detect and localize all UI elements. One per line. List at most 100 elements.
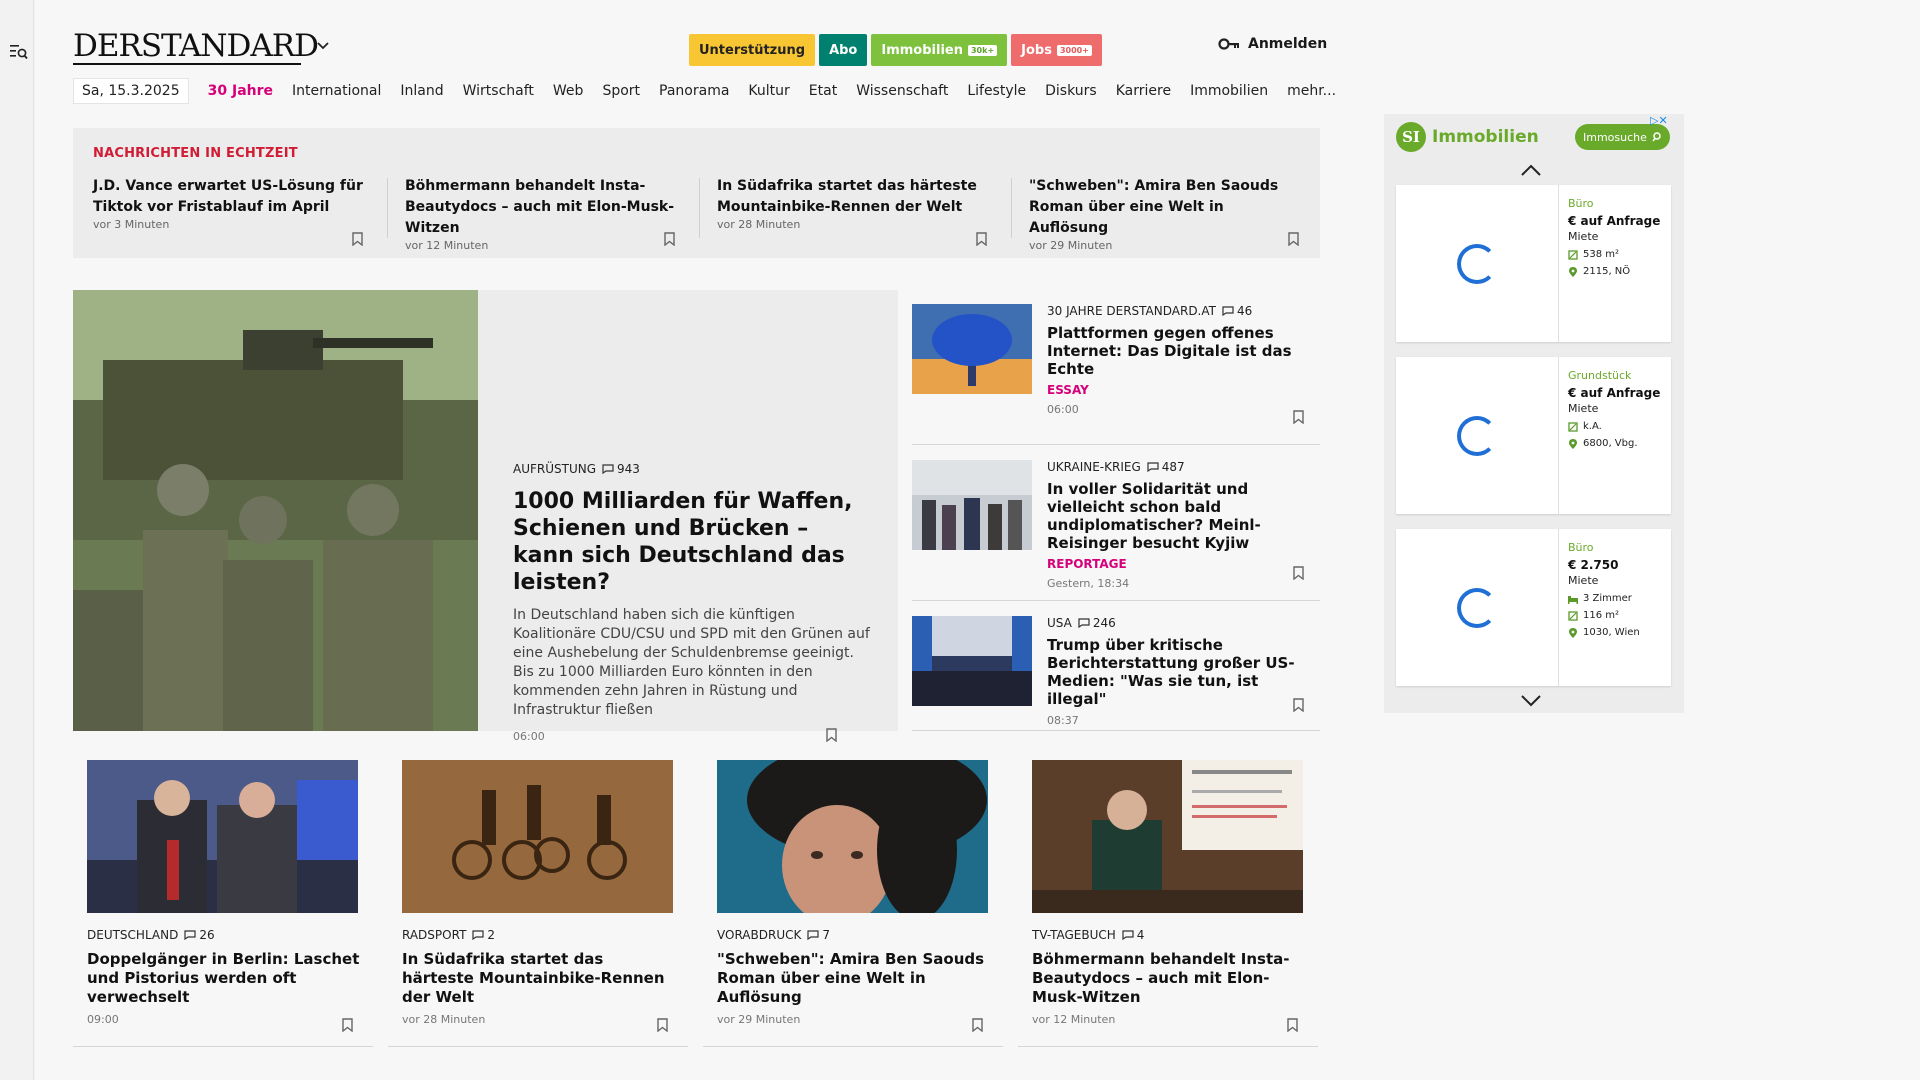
listing-image[interactable]: [1396, 185, 1559, 342]
abo-button[interactable]: Abo: [819, 34, 868, 66]
bookmark-icon[interactable]: [352, 232, 363, 246]
article-image[interactable]: [717, 760, 988, 913]
nav-item-web[interactable]: Web: [553, 83, 584, 99]
card-title[interactable]: In Südafrika startet das härteste Mounta…: [402, 950, 677, 1007]
support-button[interactable]: Unterstützung: [689, 34, 816, 66]
kicker: VORABDRUCK 7: [717, 928, 992, 942]
feature-article[interactable]: AUFRÜSTUNG 943 1000 Milliarden für Waffe…: [73, 290, 898, 743]
property-listing[interactable]: Büro € auf Anfrage Miete 538 m² 2115, NÖ: [1396, 185, 1671, 342]
article-card[interactable]: TV-TAGEBUCH 4 Böhmermann behandelt Insta…: [1018, 760, 1318, 1047]
bookmark-icon[interactable]: [826, 728, 837, 742]
immosuche-button[interactable]: Immosuche: [1575, 124, 1670, 150]
side-title[interactable]: In voller Solidarität und vielleicht sch…: [1047, 480, 1312, 552]
ticker-item[interactable]: Böhmermann behandelt Insta-Beautydocs – …: [405, 176, 675, 252]
nav-item-immobilien[interactable]: Immobilien: [1190, 83, 1268, 99]
comment-count[interactable]: 26: [184, 928, 215, 942]
ticker-item-time: vor 3 Minuten: [93, 218, 170, 231]
side-article[interactable]: USA 246 Trump über kritische Berichterst…: [912, 602, 1320, 731]
comment-count[interactable]: 4: [1122, 928, 1144, 942]
article-thumbnail[interactable]: [912, 616, 1032, 706]
comment-count[interactable]: 46: [1222, 304, 1252, 318]
nav-item-karriere[interactable]: Karriere: [1116, 83, 1171, 99]
card-title[interactable]: "Schweben": Amira Ben Saouds Roman über …: [717, 950, 992, 1007]
nav-item-international[interactable]: International: [292, 83, 381, 99]
nav-item-inland[interactable]: Inland: [400, 83, 443, 99]
chevron-up-icon[interactable]: [1520, 164, 1542, 176]
ticker-item[interactable]: In Südafrika startet das härteste Mounta…: [717, 176, 987, 246]
search-icon: [1652, 132, 1661, 142]
immobilien-button[interactable]: Immobilien 30k+: [871, 34, 1008, 66]
property-listing[interactable]: Grundstück € auf Anfrage Miete k.A. 6800…: [1396, 357, 1671, 514]
bookmark-icon[interactable]: [664, 232, 675, 246]
divider: [699, 178, 700, 238]
feature-text: AUFRÜSTUNG 943 1000 Milliarden für Waffe…: [513, 462, 873, 743]
listing-image[interactable]: [1396, 529, 1559, 686]
feature-image[interactable]: [73, 290, 478, 731]
ticker-item[interactable]: "Schweben": Amira Ben Saouds Roman über …: [1029, 176, 1299, 252]
nav-item-sport[interactable]: Sport: [602, 83, 640, 99]
left-rail: [0, 0, 34, 1080]
comment-count[interactable]: 7: [807, 928, 830, 942]
side-article[interactable]: 30 JAHRE DERSTANDARD.AT 46 Plattformen g…: [912, 290, 1320, 445]
bookmark-icon[interactable]: [1293, 566, 1304, 580]
feature-title[interactable]: 1000 Milliarden für Waffen, Schienen und…: [513, 488, 873, 596]
nav-item-wissenschaft[interactable]: Wissenschaft: [856, 83, 948, 99]
article-card[interactable]: VORABDRUCK 7 "Schweben": Amira Ben Saoud…: [703, 760, 1003, 1047]
jobs-button[interactable]: Jobs 3000+: [1011, 34, 1102, 66]
adchoices-icon[interactable]: ▷✕: [1650, 114, 1668, 127]
side-title[interactable]: Plattformen gegen offenes Internet: Das …: [1047, 324, 1312, 378]
listing-area-value: 538 m²: [1583, 249, 1620, 260]
ad-logo[interactable]: SI Immobilien: [1396, 122, 1539, 152]
bookmark-icon[interactable]: [1293, 698, 1304, 712]
comment-count[interactable]: 246: [1078, 616, 1116, 630]
immobilien-ad[interactable]: SI Immobilien Immosuche ▷✕ Büro € auf An…: [1384, 114, 1684, 713]
jobs-label: Jobs: [1021, 42, 1052, 58]
immosuche-label: Immosuche: [1583, 130, 1647, 144]
nav-item-kultur[interactable]: Kultur: [748, 83, 789, 99]
article-thumbnail[interactable]: [912, 460, 1032, 550]
side-article[interactable]: UKRAINE-KRIEG 487 In voller Solidarität …: [912, 446, 1320, 601]
kicker: USA 246: [1047, 616, 1312, 630]
bookmark-icon[interactable]: [1293, 410, 1304, 424]
side-title[interactable]: Trump über kritische Berichterstattung g…: [1047, 636, 1312, 708]
ticker-item[interactable]: J.D. Vance erwartet US-Lösung für Tiktok…: [93, 176, 363, 246]
article-card[interactable]: DEUTSCHLAND 26 Doppelgänger in Berlin: L…: [73, 760, 373, 1047]
bookmark-icon[interactable]: [976, 232, 987, 246]
bed-icon: [1568, 595, 1578, 604]
comment-count[interactable]: 487: [1147, 460, 1185, 474]
card-title[interactable]: Doppelgänger in Berlin: Laschet und Pist…: [87, 950, 362, 1007]
article-image[interactable]: [1032, 760, 1303, 913]
nav-item-mehr[interactable]: mehr...: [1287, 83, 1336, 99]
listing-area: 538 m²: [1568, 249, 1668, 260]
comment-icon: [602, 464, 614, 474]
article-image[interactable]: [402, 760, 673, 913]
chevron-down-icon[interactable]: [1520, 695, 1542, 707]
divider: [387, 178, 388, 238]
nav-item-diskurs[interactable]: Diskurs: [1045, 83, 1097, 99]
site-logo[interactable]: DERSTANDARD: [73, 28, 319, 64]
bookmark-icon[interactable]: [1288, 232, 1299, 246]
nav-item-lifestyle[interactable]: Lifestyle: [967, 83, 1026, 99]
article-card[interactable]: RADSPORT 2 In Südafrika startet das härt…: [388, 760, 688, 1047]
nav-item-panorama[interactable]: Panorama: [659, 83, 729, 99]
property-listing[interactable]: Büro € 2.750 Miete 3 Zimmer 116 m² 1030,…: [1396, 529, 1671, 686]
nav-item-etat[interactable]: Etat: [809, 83, 837, 99]
bookmark-icon[interactable]: [342, 1018, 353, 1032]
card-text: VORABDRUCK 7 "Schweben": Amira Ben Saoud…: [717, 928, 992, 1026]
location-pin-icon: [1569, 627, 1577, 638]
bookmark-icon[interactable]: [657, 1018, 668, 1032]
side-tag: REPORTAGE: [1047, 557, 1127, 571]
bookmark-icon[interactable]: [972, 1018, 983, 1032]
comment-count[interactable]: 2: [472, 928, 495, 942]
bookmark-icon[interactable]: [1287, 1018, 1298, 1032]
nav-item-30-jahre[interactable]: 30 Jahre: [208, 83, 273, 99]
article-thumbnail[interactable]: [912, 304, 1032, 394]
login-button[interactable]: Anmelden: [1218, 36, 1327, 52]
card-title[interactable]: Böhmermann behandelt Insta-Beautydocs – …: [1032, 950, 1307, 1007]
search-menu-icon[interactable]: [10, 44, 28, 60]
listing-image[interactable]: [1396, 357, 1559, 514]
article-image[interactable]: [87, 760, 358, 913]
chevron-down-icon[interactable]: [317, 42, 329, 50]
nav-item-wirtschaft[interactable]: Wirtschaft: [463, 83, 534, 99]
comment-count[interactable]: 943: [602, 462, 640, 476]
